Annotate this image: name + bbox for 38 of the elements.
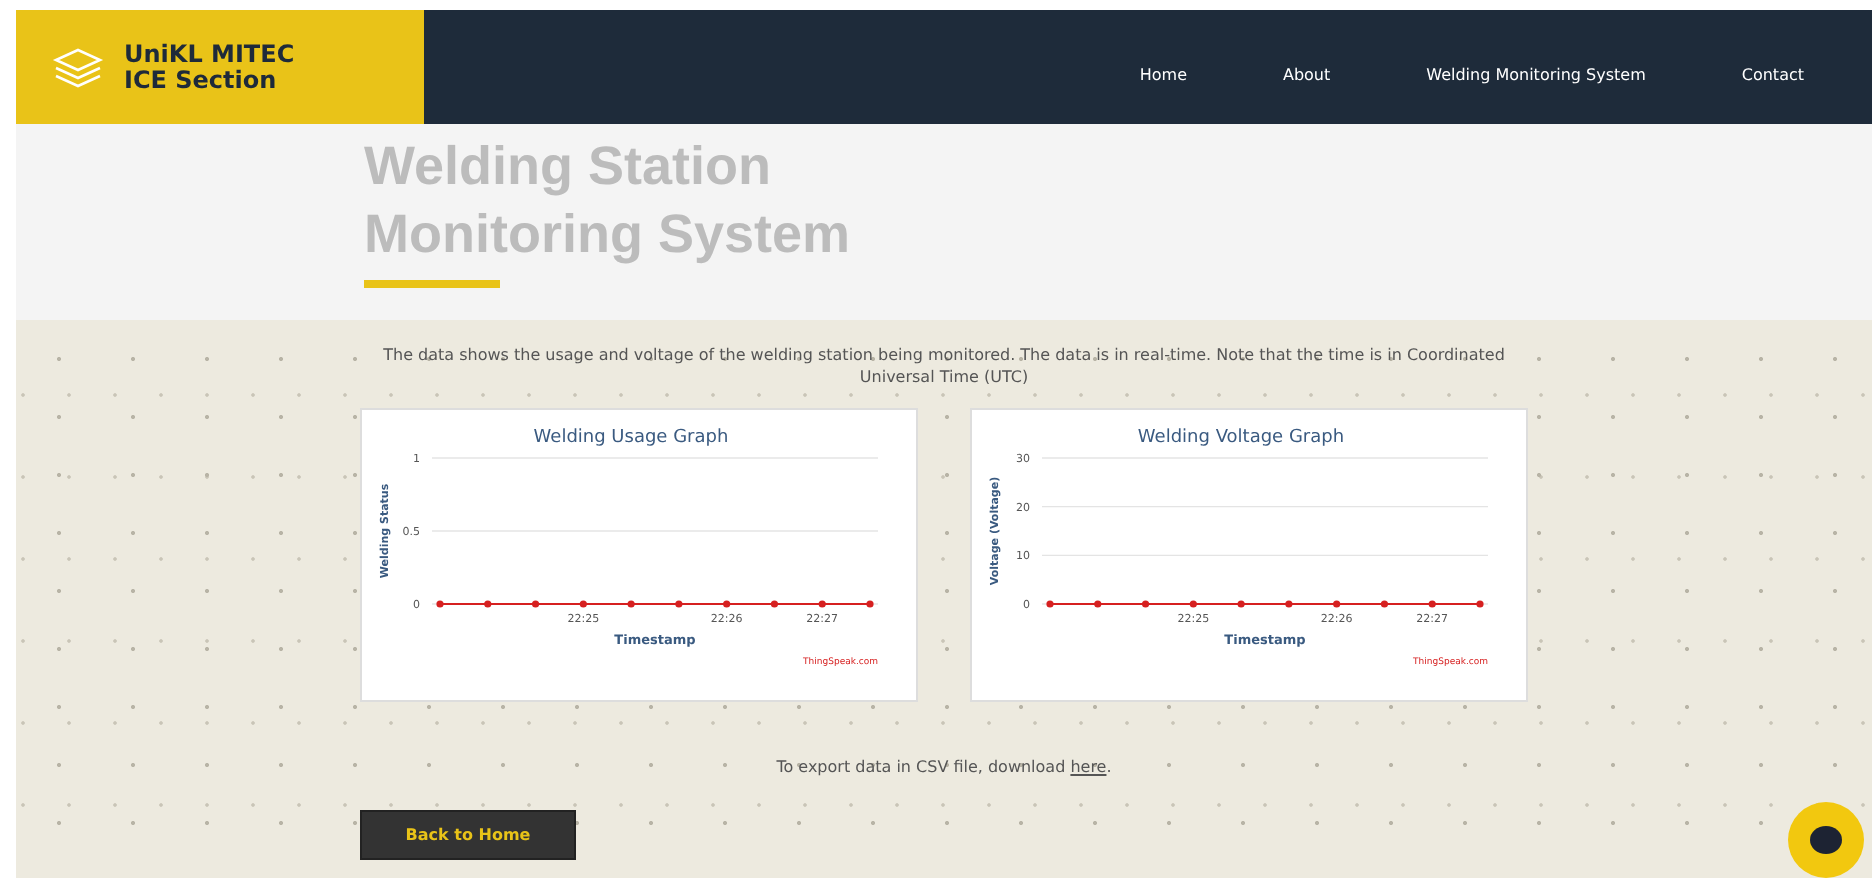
data-point	[436, 600, 444, 608]
export-text: To export data in CSV file, download	[776, 758, 1068, 776]
back-to-home-button[interactable]: Back to Home	[360, 810, 576, 860]
data-point	[579, 600, 587, 608]
data-point	[627, 600, 635, 608]
data-point	[1141, 600, 1150, 608]
chart-title: Welding Voltage Graph	[1137, 428, 1345, 448]
data-point	[1237, 600, 1245, 608]
nav-link[interactable]: Contact	[1741, 66, 1804, 84]
page-title: Monitoring System	[364, 202, 853, 268]
data-point	[484, 600, 492, 608]
data-point	[1476, 600, 1484, 608]
data-point	[1285, 600, 1293, 608]
chart-title: Welding Usage Graph	[533, 428, 729, 448]
export-text: .	[1106, 758, 1112, 776]
data-point	[723, 600, 731, 608]
data-point	[1333, 600, 1341, 608]
nav-link[interactable]: About	[1282, 66, 1331, 84]
download-link[interactable]: here	[1070, 758, 1107, 776]
title-underline	[364, 280, 500, 288]
logo-text: UniKL MITEC	[124, 41, 295, 67]
nav-link[interactable]: Home	[1139, 66, 1187, 84]
data-point	[675, 600, 683, 608]
data-point	[1380, 600, 1389, 608]
data-point	[866, 600, 874, 608]
data-point	[1428, 600, 1436, 608]
data-point	[1189, 600, 1197, 608]
data-point	[531, 600, 540, 608]
data-point	[770, 600, 779, 608]
stacked-layers-icon	[52, 45, 104, 89]
logo-text: ICE Section	[124, 67, 279, 93]
data-point	[818, 600, 826, 608]
chat-button[interactable]	[1788, 802, 1864, 878]
data-point	[1046, 600, 1054, 608]
intro-paragraph: The data shows the usage and voltage of the welding station being monitored. The data is in real-time. Note that the time is in Coordinated Universal Time (UTC)	[381, 344, 1507, 388]
data-point	[1094, 600, 1102, 608]
page-title: Welding Station	[364, 134, 773, 200]
nav-link[interactable]: Welding Monitoring System	[1426, 66, 1646, 84]
